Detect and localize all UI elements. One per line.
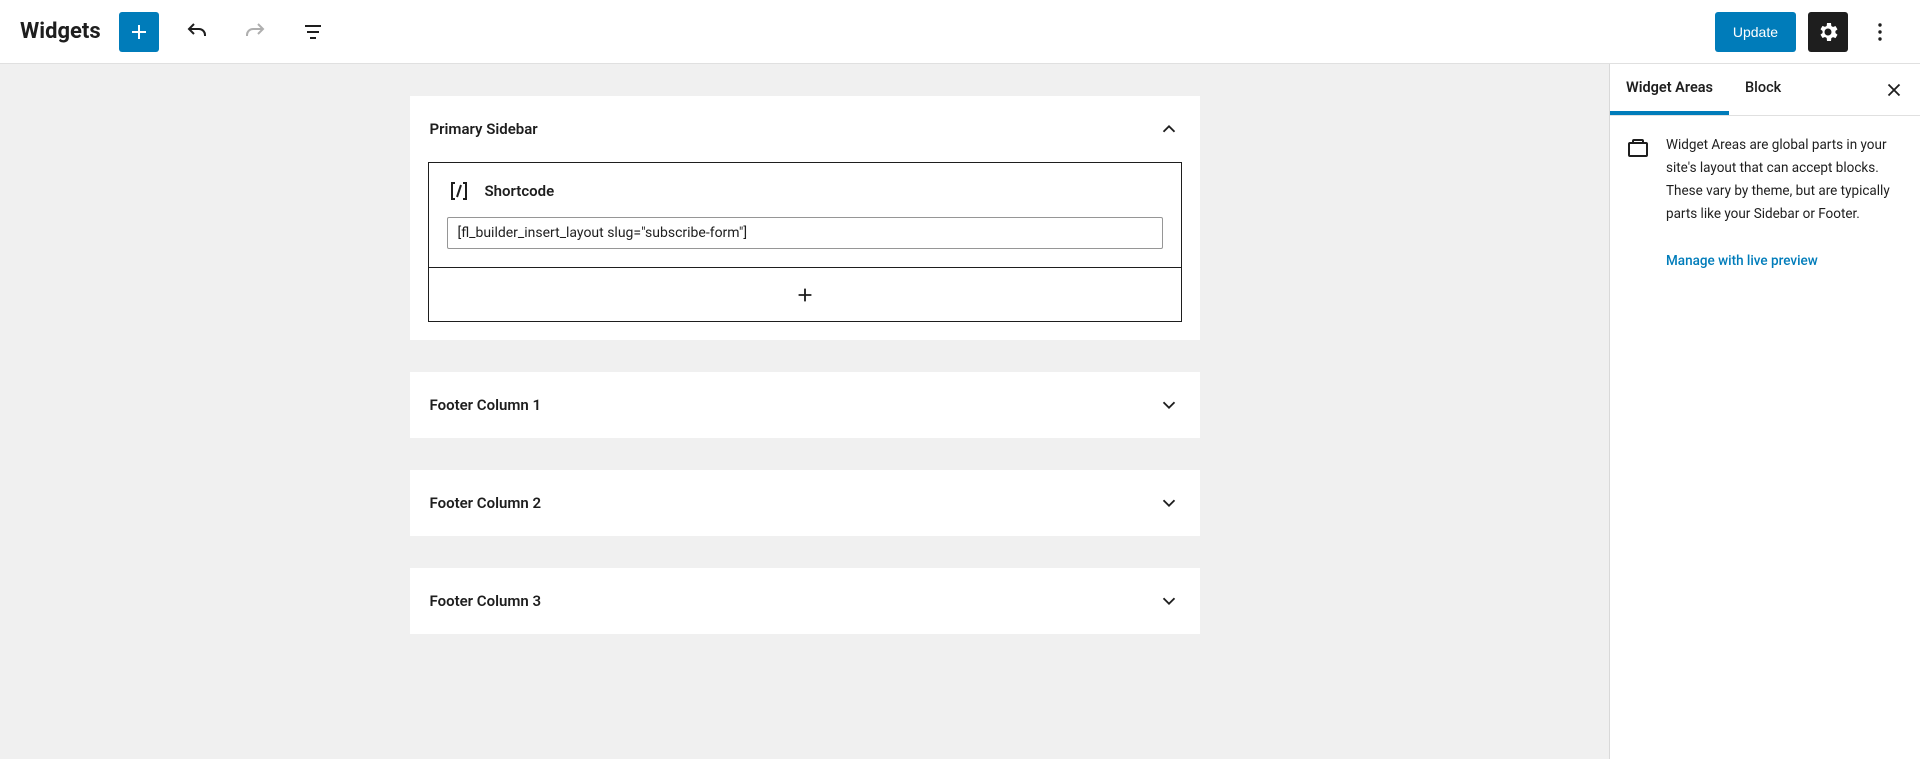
shortcode-block-label: Shortcode	[485, 182, 555, 200]
chevron-up-icon	[1158, 118, 1180, 140]
tab-block[interactable]: Block	[1729, 64, 1797, 115]
shortcode-input[interactable]	[447, 217, 1163, 249]
list-view-button[interactable]	[293, 12, 333, 52]
page-title: Widgets	[20, 19, 101, 44]
layout-icon	[1626, 136, 1650, 160]
shortcode-icon	[447, 179, 471, 203]
widget-area-header[interactable]: Footer Column 2	[410, 470, 1200, 536]
plus-icon	[127, 20, 151, 44]
add-block-appender[interactable]	[428, 268, 1182, 322]
close-settings-button[interactable]	[1876, 72, 1912, 108]
tab-widget-areas[interactable]: Widget Areas	[1610, 64, 1729, 115]
toolbar-left: Widgets	[20, 12, 333, 52]
widget-area-header[interactable]: Primary Sidebar	[410, 96, 1200, 162]
widget-area-body: Shortcode	[410, 162, 1200, 322]
settings-sidebar: Widget Areas Block Widget Areas are glob…	[1610, 64, 1920, 759]
plus-icon	[794, 284, 816, 306]
close-icon	[1883, 79, 1905, 101]
widget-areas-description: Widget Areas are global parts in your si…	[1666, 137, 1890, 222]
shortcode-block[interactable]: Shortcode	[428, 162, 1182, 268]
chevron-down-icon	[1158, 590, 1180, 612]
widget-area-footer-column-1: Footer Column 1	[410, 372, 1200, 438]
update-button[interactable]: Update	[1715, 12, 1796, 52]
widget-area-title: Primary Sidebar	[430, 120, 538, 138]
widget-areas-info: Widget Areas are global parts in your si…	[1626, 134, 1904, 273]
widget-area-header[interactable]: Footer Column 1	[410, 372, 1200, 438]
redo-icon	[243, 20, 267, 44]
widget-area-primary-sidebar: Primary Sidebar Shortcode	[410, 96, 1200, 340]
undo-button[interactable]	[177, 12, 217, 52]
widget-area-title: Footer Column 3	[430, 592, 542, 610]
settings-tabs: Widget Areas Block	[1610, 64, 1920, 116]
editor-area[interactable]: Primary Sidebar Shortcode	[0, 64, 1610, 759]
widget-area-title: Footer Column 2	[430, 494, 542, 512]
widget-areas-info-text: Widget Areas are global parts in your si…	[1666, 134, 1904, 273]
widget-area-header[interactable]: Footer Column 3	[410, 568, 1200, 634]
workspace: Primary Sidebar Shortcode	[0, 64, 1920, 759]
gear-icon	[1816, 20, 1840, 44]
toolbar-right: Update	[1715, 12, 1900, 52]
more-vertical-icon	[1868, 20, 1892, 44]
more-options-button[interactable]	[1860, 12, 1900, 52]
widget-area-title: Footer Column 1	[430, 396, 542, 414]
shortcode-block-header: Shortcode	[447, 179, 1163, 203]
undo-icon	[185, 20, 209, 44]
manage-live-preview-link[interactable]: Manage with live preview	[1666, 250, 1818, 273]
list-view-icon	[301, 20, 325, 44]
chevron-down-icon	[1158, 394, 1180, 416]
editor-inner: Primary Sidebar Shortcode	[410, 96, 1200, 727]
settings-body: Widget Areas are global parts in your si…	[1610, 116, 1920, 291]
top-toolbar: Widgets Update	[0, 0, 1920, 64]
widget-area-footer-column-2: Footer Column 2	[410, 470, 1200, 536]
add-block-button[interactable]	[119, 12, 159, 52]
redo-button[interactable]	[235, 12, 275, 52]
chevron-down-icon	[1158, 492, 1180, 514]
widget-area-footer-column-3: Footer Column 3	[410, 568, 1200, 634]
settings-button[interactable]	[1808, 12, 1848, 52]
